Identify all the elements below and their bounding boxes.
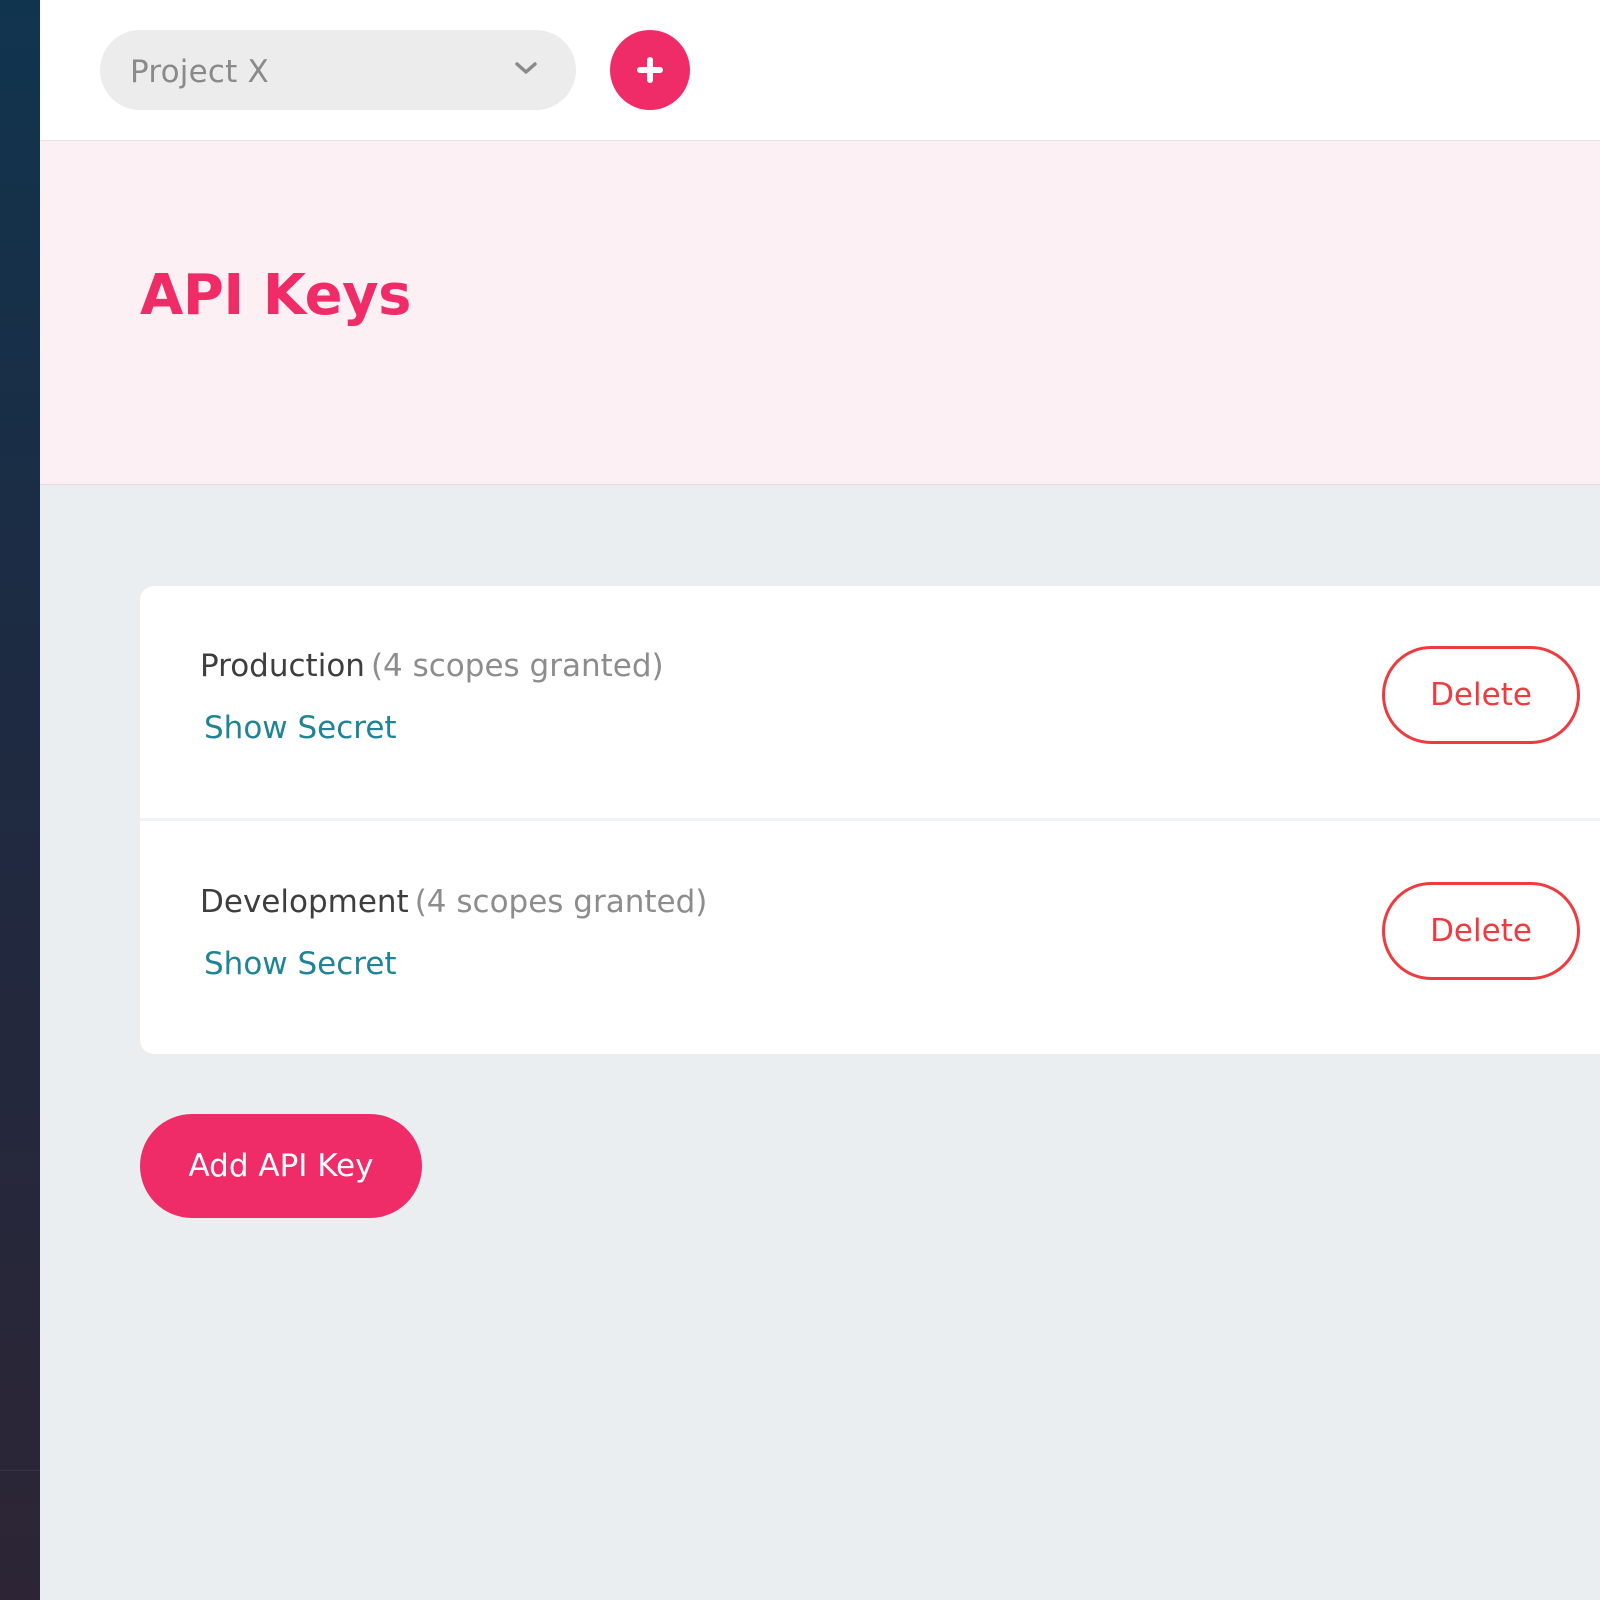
api-key-title: Development (4 scopes granted) [200,884,707,920]
api-key-title: Production (4 scopes granted) [200,648,664,684]
sidebar-divider [0,1470,40,1471]
page-header: API Keys [40,141,1600,485]
sidebar [0,0,40,1600]
api-key-name: Production [200,648,365,684]
add-api-key-button[interactable]: Add API Key [140,1114,422,1218]
plus-icon [637,57,663,83]
delete-button[interactable]: Delete [1382,646,1580,744]
delete-button[interactable]: Delete [1382,882,1580,980]
show-secret-link[interactable]: Show Secret [204,710,397,746]
page-title: API Keys [140,263,411,328]
api-key-scopes: (4 scopes granted) [370,648,664,684]
add-project-button[interactable] [610,30,690,110]
api-key-scopes: (4 scopes granted) [414,884,708,920]
api-key-row-development: Development (4 scopes granted) Show Secre… [140,822,1600,1054]
api-key-row-production: Production (4 scopes granted) Show Secret… [140,586,1600,821]
project-selector[interactable]: Project X [100,30,576,110]
top-bar: Project X [40,0,1600,141]
api-keys-card: Production (4 scopes granted) Show Secret… [140,586,1600,1054]
chevron-down-icon [515,62,537,74]
project-selector-value: Project X [130,54,269,90]
api-key-name: Development [200,884,409,920]
show-secret-link[interactable]: Show Secret [204,946,397,982]
